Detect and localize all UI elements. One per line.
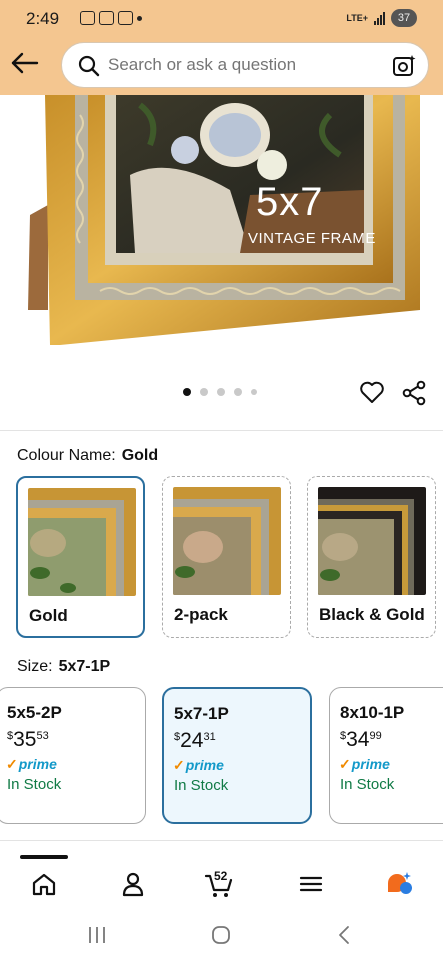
price-currency: $ [174, 731, 181, 743]
prime-check-icon: ✓ [339, 756, 351, 772]
image-carousel-dots[interactable] [183, 388, 257, 396]
battery-icon: 37 [391, 9, 417, 27]
signal-icon [374, 11, 385, 25]
recent-apps-icon[interactable] [86, 925, 108, 945]
image-size-overlay: 5x7 [256, 180, 324, 224]
price-whole: 34 [346, 728, 370, 751]
home-icon[interactable] [29, 869, 59, 899]
heart-icon[interactable] [359, 379, 385, 405]
colour-option-2-pack[interactable]: 2-pack [162, 476, 291, 638]
size-name: 5x7-1P [174, 704, 229, 723]
swatch-image [318, 487, 426, 595]
size-price: $2431 [174, 729, 216, 753]
screenshot-icon [80, 11, 95, 25]
prime-label: prime [18, 756, 57, 772]
bottom-nav [0, 859, 443, 909]
carousel-dot[interactable] [217, 388, 225, 396]
price-currency: $ [340, 730, 347, 742]
price-whole: 35 [13, 728, 37, 751]
carousel-dot[interactable] [200, 388, 208, 396]
camera-lens-icon[interactable] [392, 54, 416, 78]
back-arrow-icon[interactable] [10, 50, 40, 76]
price-fraction: 53 [36, 730, 49, 742]
carousel-dot[interactable] [183, 388, 191, 396]
swatch-label: Gold [29, 606, 68, 625]
prime-badge: ✓prime [6, 756, 57, 773]
size-label-text: Size: [17, 658, 53, 675]
status-time: 2:49 [26, 9, 60, 28]
picture-frame-illustration [28, 95, 420, 345]
prime-check-icon: ✓ [6, 756, 18, 772]
swatch-image [173, 487, 281, 595]
home-button-icon[interactable] [210, 924, 232, 946]
selected-colour: Gold [121, 447, 159, 464]
colour-name-label: Colour Name: Gold [17, 447, 158, 465]
app-header: 2:49 LTE+ 37 [0, 0, 443, 95]
price-currency: $ [7, 730, 14, 742]
stock-status: In Stock [340, 776, 395, 793]
network-type: LTE+ [346, 13, 368, 23]
product-image[interactable]: 5x7 VINTAGE FRAME [0, 95, 443, 350]
size-price: $3499 [340, 728, 382, 752]
colour-option-black-gold[interactable]: Black & Gold [307, 476, 436, 638]
size-option-8x10-1p[interactable]: 8x10-1P $3499 ✓prime In Stock [329, 687, 443, 824]
search-input[interactable] [108, 55, 378, 75]
colour-label-text: Colour Name: [17, 447, 116, 464]
selected-size: 5x7-1P [58, 658, 111, 675]
swatch-label: Black & Gold [319, 605, 425, 624]
status-right: LTE+ 37 [346, 9, 417, 27]
section-divider [0, 840, 443, 841]
prime-badge: ✓prime [173, 757, 224, 774]
more-notifications-icon [137, 16, 142, 21]
size-price: $3553 [7, 728, 49, 752]
prime-label: prime [351, 756, 390, 772]
stock-status: In Stock [174, 777, 229, 794]
size-label: Size: 5x7-1P [17, 658, 110, 676]
account-icon[interactable] [118, 869, 148, 899]
status-bar: 2:49 LTE+ 37 [0, 0, 443, 38]
size-name: 8x10-1P [340, 703, 405, 722]
menu-icon[interactable] [296, 869, 326, 899]
swatch-image [28, 488, 136, 596]
stock-status: In Stock [7, 776, 62, 793]
price-fraction: 99 [369, 730, 382, 742]
prime-check-icon: ✓ [173, 757, 185, 773]
price-fraction: 31 [203, 731, 216, 743]
colour-option-gold[interactable]: Gold [16, 476, 145, 638]
system-back-icon[interactable] [335, 924, 353, 946]
notification-icons [80, 11, 142, 25]
search-bar[interactable] [61, 42, 429, 88]
size-option-5x5-2p[interactable]: 5x5-2P $3553 ✓prime In Stock [0, 687, 146, 824]
prime-badge: ✓prime [339, 756, 390, 773]
search-icon [78, 55, 100, 77]
mail-icon [99, 11, 114, 25]
assistant-icon[interactable] [384, 869, 414, 899]
size-option-5x7-1p[interactable]: 5x7-1P $2431 ✓prime In Stock [162, 687, 312, 824]
carousel-dot[interactable] [234, 388, 242, 396]
image-caption-overlay: VINTAGE FRAME [248, 230, 376, 247]
system-nav-bar [0, 910, 443, 960]
swatch-label: 2-pack [174, 605, 228, 624]
gmail-icon [118, 11, 133, 25]
cart-count-badge: 52 [214, 869, 228, 883]
carousel-dot[interactable] [251, 389, 257, 395]
price-whole: 24 [180, 729, 204, 752]
size-name: 5x5-2P [7, 703, 62, 722]
section-divider [0, 430, 443, 431]
prime-label: prime [185, 757, 224, 773]
share-icon[interactable] [401, 380, 427, 406]
